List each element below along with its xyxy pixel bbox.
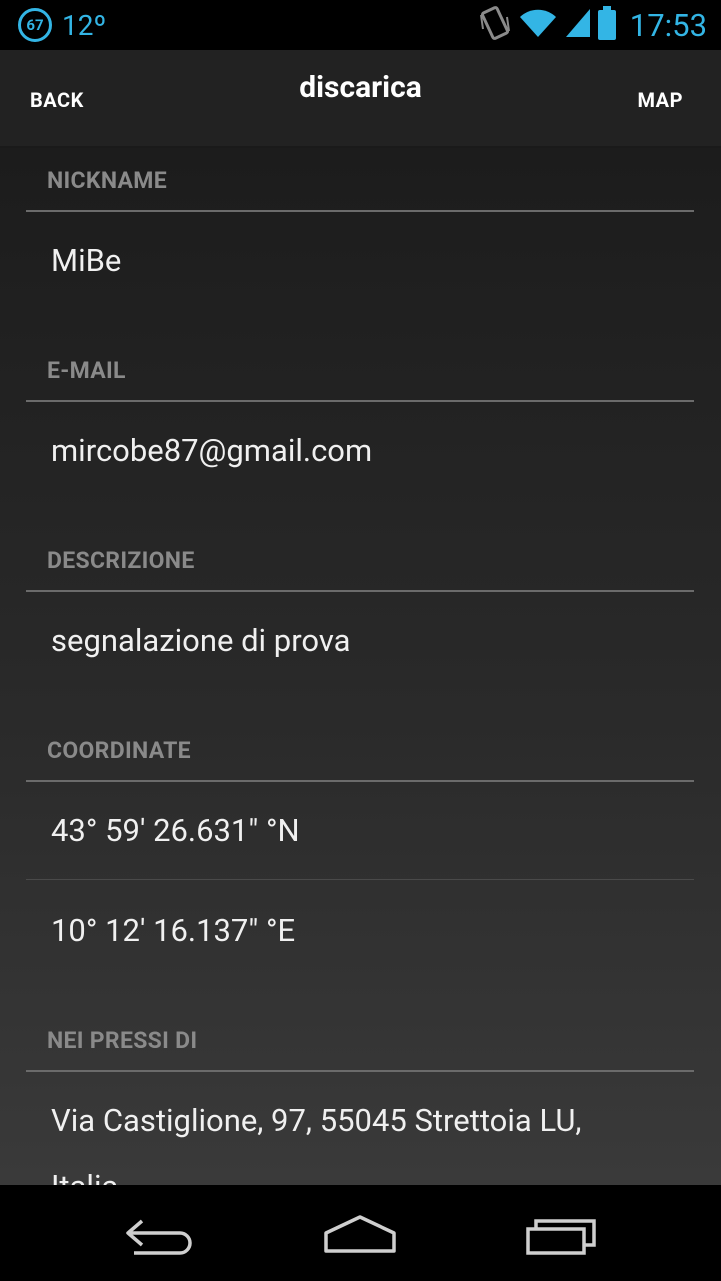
description-header: DESCRIZIONE — [26, 530, 694, 592]
navigation-bar — [0, 1185, 721, 1281]
nav-back-icon[interactable] — [120, 1211, 200, 1259]
nickname-header: NICKNAME — [26, 150, 694, 212]
coordinates-divider — [26, 879, 694, 880]
vibrate-icon — [478, 5, 512, 45]
description-value: segnalazione di prova — [51, 622, 351, 659]
nav-recent-apps-icon[interactable] — [522, 1211, 602, 1259]
detail-list[interactable]: NICKNAME MiBe E-MAIL mircobe87@gmail.com… — [0, 148, 721, 1185]
status-right: 17:53 — [478, 4, 707, 46]
longitude-value: 10° 12' 16.137" °E — [51, 912, 296, 949]
email-value: mircobe87@gmail.com — [51, 432, 373, 469]
battery-icon — [597, 6, 616, 40]
signal-icon — [564, 7, 592, 43]
status-left: 67 12º — [18, 8, 106, 42]
nickname-value: MiBe — [51, 242, 122, 279]
latitude-value: 43° 59' 26.631" °N — [51, 812, 300, 849]
coordinates-header: COORDINATE — [26, 720, 694, 782]
wifi-icon — [518, 7, 558, 43]
clock: 17:53 — [629, 6, 707, 44]
nearby-value-line2: Italia — [51, 1168, 118, 1185]
page-title: discarica — [299, 70, 422, 105]
action-bar: BACK discarica MAP — [0, 50, 721, 148]
map-button[interactable]: MAP — [637, 88, 683, 112]
status-bar: 67 12º 17:53 — [0, 0, 721, 50]
nav-home-icon[interactable] — [320, 1211, 400, 1259]
nearby-value-line1: Via Castiglione, 97, 55045 Strettoia LU, — [51, 1102, 582, 1139]
notification-badge: 67 — [18, 8, 52, 42]
temperature: 12º — [62, 8, 107, 42]
email-header: E-MAIL — [26, 340, 694, 402]
nearby-header: NEI PRESSI DI — [26, 1010, 694, 1072]
